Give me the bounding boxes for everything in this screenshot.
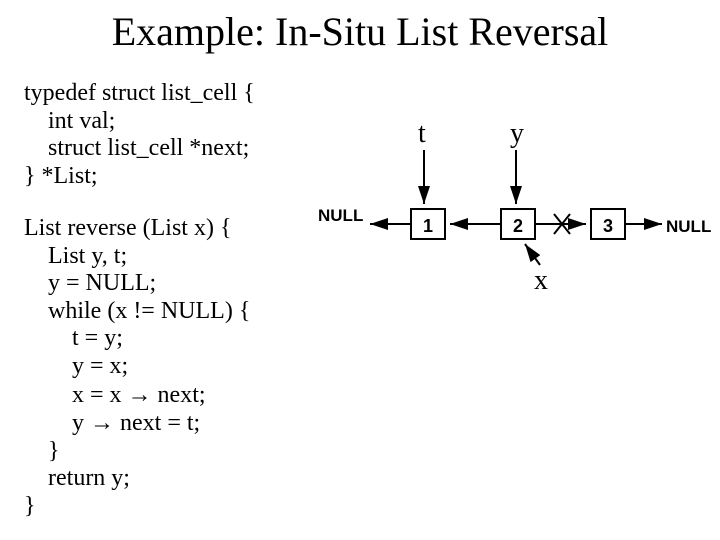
arrow-icon: → [90,409,114,436]
code-line: typedef struct list_cell { [24,80,255,106]
code-line: } [24,493,36,519]
code-line: List reverse (List x) { [24,215,231,241]
node-3: 3 [590,208,626,240]
code-line: List y, t; [24,243,127,269]
code-line: } [24,438,60,464]
typedef-block: typedef struct list_cell { int val; stru… [24,80,255,190]
code-line: y = x; [24,353,128,379]
node-1: 1 [410,208,446,240]
node-2: 2 [500,208,536,240]
code-line: next; [152,382,206,408]
code-line: x = x [24,382,128,408]
code-line: y = NULL; [24,270,156,296]
null-left-label: NULL [318,206,363,226]
slide: { "title": "Example: In-Situ List Revers… [0,0,720,540]
code-line: struct list_cell *next; [24,135,249,161]
list-diagram: t y x NULL NULL 1 2 3 [310,100,720,300]
code-line: y [24,410,90,436]
code-line: next = t; [114,410,200,436]
code-line: return y; [24,465,130,491]
code-line: } *List; [24,163,98,189]
var-t-label: t [418,118,426,150]
code-line: int val; [24,108,115,134]
var-x-label: x [534,265,548,297]
function-block: List reverse (List x) { List y, t; y = N… [24,215,250,521]
arrow-icon: → [128,381,152,408]
var-y-label: y [510,118,524,150]
code-line: t = y; [24,325,123,351]
slide-title: Example: In-Situ List Reversal [0,8,720,55]
code-line: while (x != NULL) { [24,298,250,324]
null-right-label: NULL [666,217,711,237]
